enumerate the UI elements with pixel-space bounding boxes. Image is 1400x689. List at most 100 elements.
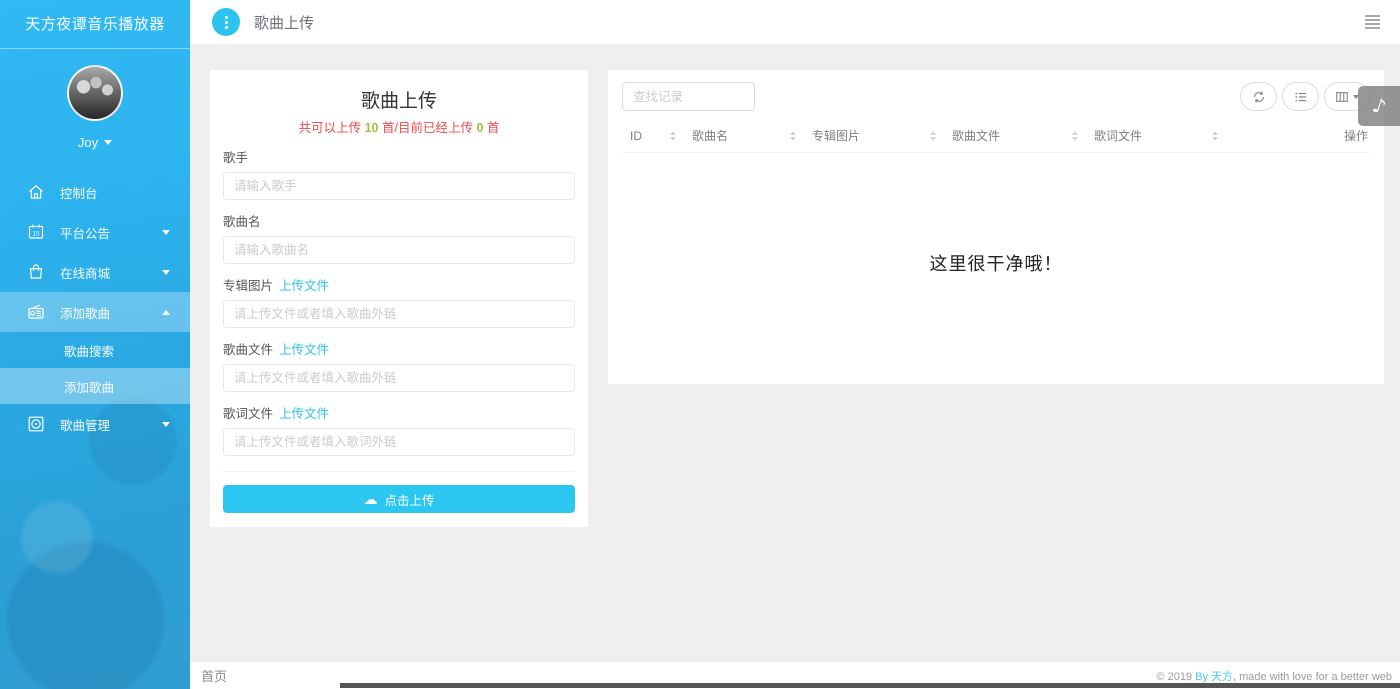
- sidebar: 天方夜谭音乐播放器 Joy 控制台 15: [0, 0, 190, 689]
- column-header-id[interactable]: ID: [622, 129, 684, 143]
- sidebar-item-label: 歌曲搜索: [64, 341, 114, 360]
- quota-total: 10: [365, 121, 379, 135]
- column-header-album-image[interactable]: 专辑图片: [804, 127, 944, 144]
- page-badge-icon: [212, 8, 240, 36]
- lyric-file-label: 歌词文件 上传文件: [223, 403, 575, 422]
- sidebar-item-label: 歌曲管理: [60, 415, 110, 434]
- form-footer: ☁ 点击上传: [223, 471, 575, 513]
- copyright-prefix: © 2019: [1156, 671, 1195, 683]
- username-label: Joy: [78, 135, 98, 150]
- calendar-icon: 15: [26, 222, 46, 242]
- song-file-input[interactable]: [223, 364, 575, 392]
- app-title: 天方夜谭音乐播放器: [0, 0, 190, 46]
- column-label: 歌曲文件: [952, 127, 1000, 144]
- column-label: ID: [630, 129, 642, 143]
- column-header-actions: 操作: [1336, 127, 1370, 144]
- song-name-label: 歌曲名: [223, 211, 575, 230]
- chevron-down-icon: [162, 422, 170, 427]
- song-name-input[interactable]: [223, 236, 575, 264]
- sidebar-item-label: 平台公告: [60, 223, 110, 242]
- column-label: 歌词文件: [1094, 127, 1142, 144]
- profile-section: Joy: [0, 49, 190, 150]
- chevron-up-icon: [162, 310, 170, 315]
- disc-icon: [26, 414, 46, 434]
- svg-text:15: 15: [32, 230, 40, 237]
- field-label-text: 歌曲文件: [223, 339, 273, 358]
- sort-icon: [1072, 131, 1078, 141]
- empty-message: 这里很干净哦！: [930, 250, 1063, 276]
- columns-icon: [1335, 90, 1349, 104]
- column-label: 歌曲名: [692, 127, 728, 144]
- singer-label: 歌手: [223, 147, 575, 166]
- sidebar-item-announcements[interactable]: 15 平台公告: [0, 212, 190, 252]
- column-header-song-file[interactable]: 歌曲文件: [944, 127, 1086, 144]
- lyric-file-input[interactable]: [223, 428, 575, 456]
- album-image-label: 专辑图片 上传文件: [223, 275, 575, 294]
- music-player-fab[interactable]: ♪: [1358, 86, 1400, 126]
- user-dropdown[interactable]: Joy: [0, 135, 190, 150]
- album-image-input[interactable]: [223, 300, 575, 328]
- main-content: 歌曲上传 共可以上传 10 首/目前已经上传 0 首 歌手 歌曲名 专辑图片 上…: [190, 45, 1400, 689]
- chevron-down-icon: [162, 270, 170, 275]
- sidebar-menu: 控制台 15 平台公告 在线商城: [0, 172, 190, 444]
- author-link[interactable]: By 天方: [1195, 671, 1233, 683]
- sidebar-item-label: 添加歌曲: [64, 377, 114, 396]
- sidebar-item-mall[interactable]: 在线商城: [0, 252, 190, 292]
- album-upload-link[interactable]: 上传文件: [279, 275, 329, 294]
- home-icon: [26, 182, 46, 202]
- table-toolbar: [622, 82, 1370, 111]
- form-title: 歌曲上传: [223, 82, 575, 113]
- sidebar-item-console[interactable]: 控制台: [0, 172, 190, 212]
- chevron-down-icon: [104, 140, 112, 145]
- horizontal-scrollbar[interactable]: [340, 683, 1400, 688]
- table-actions: [1240, 82, 1370, 111]
- lyric-file-upload-link[interactable]: 上传文件: [279, 403, 329, 422]
- column-header-song-name[interactable]: 歌曲名: [684, 127, 804, 144]
- field-label-text: 歌词文件: [223, 403, 273, 422]
- shopping-bag-icon: [26, 262, 46, 282]
- sort-icon: [930, 131, 936, 141]
- top-header: 歌曲上传: [190, 0, 1400, 45]
- sidebar-item-label: 控制台: [60, 183, 98, 202]
- column-label: 操作: [1344, 127, 1368, 144]
- sidebar-item-song-management[interactable]: 歌曲管理: [0, 404, 190, 444]
- field-label-text: 歌手: [223, 147, 248, 166]
- sidebar-item-add-song[interactable]: 添加歌曲: [0, 368, 190, 404]
- empty-state: 这里很干净哦！: [622, 153, 1370, 373]
- sort-icon: [670, 131, 676, 141]
- refresh-button[interactable]: [1240, 82, 1277, 111]
- singer-input[interactable]: [223, 172, 575, 200]
- column-label: 专辑图片: [812, 127, 860, 144]
- avatar[interactable]: [67, 65, 123, 121]
- sort-icon: [790, 131, 796, 141]
- sidebar-item-label: 添加歌曲: [60, 303, 110, 322]
- music-note-icon: ♪: [1369, 93, 1389, 120]
- menu-toggle-icon[interactable]: [1361, 11, 1384, 33]
- quota-prefix: 共可以上传: [299, 121, 365, 135]
- copyright-text: © 2019 By 天方, made with love for a bette…: [1156, 668, 1392, 684]
- column-header-lyric-file[interactable]: 歌词文件: [1086, 127, 1226, 144]
- toggle-view-button[interactable]: [1282, 82, 1319, 111]
- table-header-row: ID 歌曲名 专辑图片 歌曲文件 歌词文件 操作: [622, 119, 1370, 153]
- chevron-down-icon: [162, 230, 170, 235]
- copyright-suffix: , made with love for a better web: [1233, 671, 1392, 683]
- upload-submit-button[interactable]: ☁ 点击上传: [223, 485, 575, 513]
- quota-suffix: 首: [483, 121, 499, 135]
- quota-middle: 首/目前已经上传: [379, 121, 477, 135]
- sort-icon: [1212, 131, 1218, 141]
- radio-icon: [26, 302, 46, 322]
- song-file-upload-link[interactable]: 上传文件: [279, 339, 329, 358]
- search-input[interactable]: [622, 82, 755, 111]
- footer-home-link[interactable]: 首页: [201, 666, 227, 685]
- cloud-upload-icon: ☁: [363, 492, 377, 506]
- quota-text: 共可以上传 10 首/目前已经上传 0 首: [223, 117, 575, 136]
- page-title: 歌曲上传: [254, 12, 314, 33]
- submit-label: 点击上传: [384, 490, 434, 509]
- sidebar-item-add-song-group[interactable]: 添加歌曲: [0, 292, 190, 332]
- records-table-card: ID 歌曲名 专辑图片 歌曲文件 歌词文件 操作: [608, 70, 1384, 384]
- field-label-text: 歌曲名: [223, 211, 261, 230]
- sidebar-item-label: 在线商城: [60, 263, 110, 282]
- sidebar-item-song-search[interactable]: 歌曲搜索: [0, 332, 190, 368]
- song-file-label: 歌曲文件 上传文件: [223, 339, 575, 358]
- list-icon: [1294, 90, 1308, 104]
